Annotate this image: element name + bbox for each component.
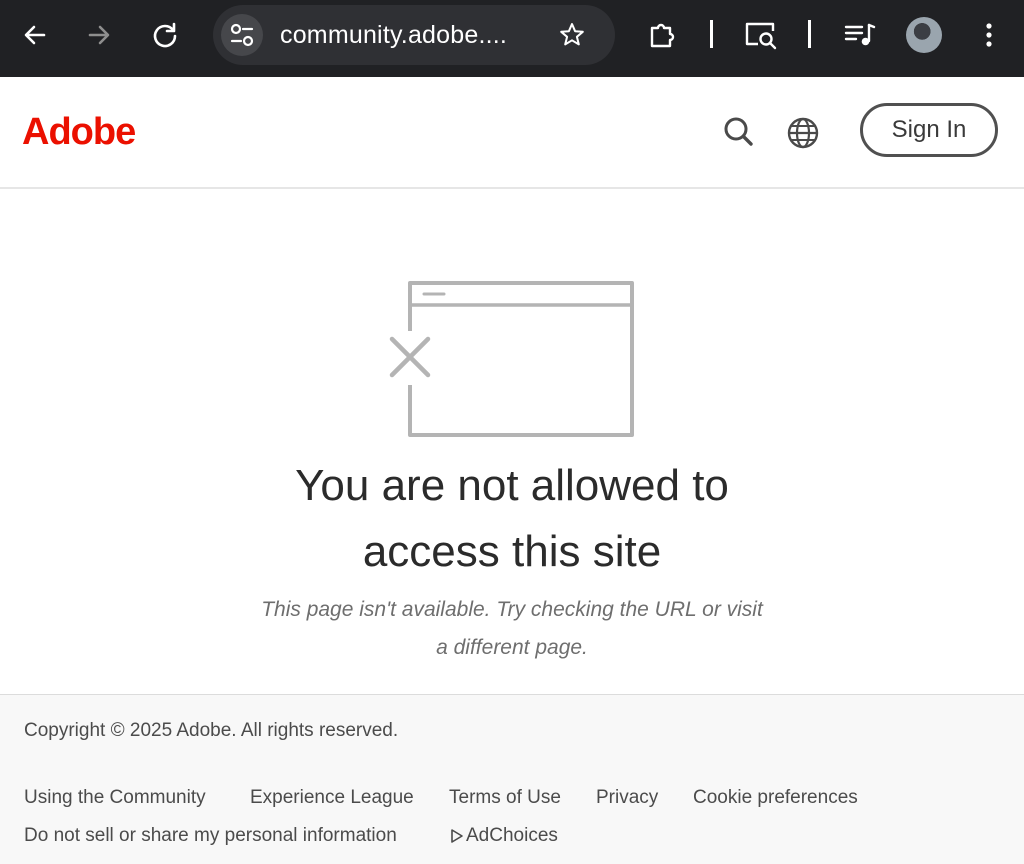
footer-link-adchoices[interactable]: AdChoices <box>450 825 558 847</box>
footer-link-terms-of-use[interactable]: Terms of Use <box>449 787 561 809</box>
adobe-logo[interactable]: Adobe <box>22 112 136 152</box>
profile-avatar[interactable] <box>906 17 942 53</box>
site-header: Adobe Sign In <box>0 77 1024 189</box>
forward-arrow-icon[interactable] <box>86 22 112 48</box>
error-description-line-2: a different page. <box>436 636 588 659</box>
address-bar[interactable]: community.adobe.... <box>213 5 615 65</box>
back-arrow-icon[interactable] <box>22 22 48 48</box>
media-queue-icon[interactable] <box>843 20 877 50</box>
footer-link-do-not-sell[interactable]: Do not sell or share my personal informa… <box>24 825 397 847</box>
footer-link-using-the-community[interactable]: Using the Community <box>24 787 206 809</box>
browser-toolbar: community.adobe.... <box>0 0 1024 77</box>
url-text[interactable]: community.adobe.... <box>280 21 507 50</box>
site-footer: Copyright © 2025 Adobe. All rights reser… <box>0 694 1024 864</box>
error-content: You are not allowed to access this site … <box>0 189 1024 694</box>
error-description-line-1: This page isn't available. Try checking … <box>261 598 763 621</box>
globe-icon[interactable] <box>786 116 820 150</box>
star-icon[interactable] <box>558 21 586 49</box>
error-title-line-1: You are not allowed to <box>295 461 729 510</box>
toolbar-separator <box>808 20 811 48</box>
extensions-icon[interactable] <box>648 20 680 50</box>
sign-in-button[interactable]: Sign In <box>860 103 998 157</box>
search-tab-icon[interactable] <box>744 20 780 52</box>
footer-link-experience-league[interactable]: Experience League <box>250 787 414 809</box>
blocked-window-illustration <box>389 281 634 437</box>
adchoices-label: AdChoices <box>466 825 558 846</box>
toolbar-separator <box>710 20 713 48</box>
footer-link-privacy[interactable]: Privacy <box>596 787 658 809</box>
search-icon[interactable] <box>722 115 756 149</box>
error-description: This page isn't available. Try checking … <box>232 591 792 667</box>
footer-link-cookie-preferences[interactable]: Cookie preferences <box>693 787 858 809</box>
site-settings-icon[interactable] <box>221 14 263 56</box>
kebab-menu-icon[interactable] <box>978 20 1000 52</box>
error-title-line-2: access this site <box>362 527 662 576</box>
reload-icon[interactable] <box>151 21 179 49</box>
error-title: You are not allowed to access this site <box>212 453 812 585</box>
copyright-text: Copyright © 2025 Adobe. All rights reser… <box>24 720 399 741</box>
adchoices-icon <box>451 829 463 843</box>
